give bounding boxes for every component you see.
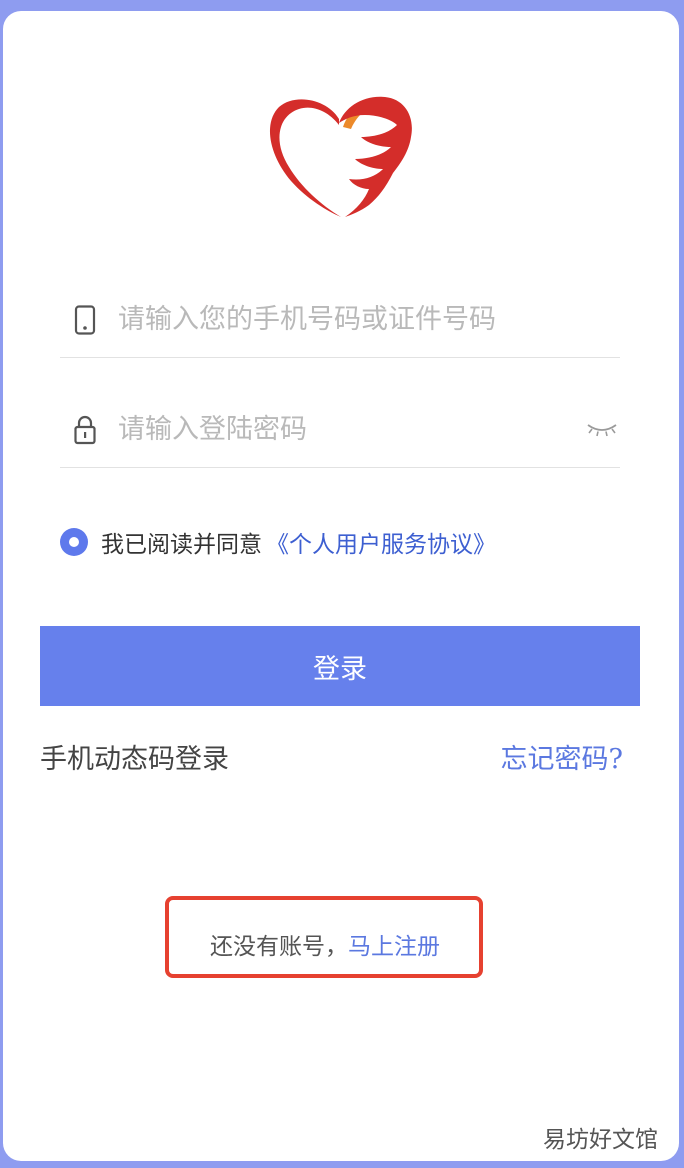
account-input[interactable] bbox=[118, 295, 558, 343]
register-row: 还没有账号，马上注册 bbox=[210, 927, 440, 961]
agreement-radio[interactable] bbox=[60, 528, 88, 556]
login-button[interactable]: 登录 bbox=[40, 626, 640, 706]
password-field bbox=[60, 387, 620, 468]
watermark: 易坊好文馆 bbox=[543, 1127, 658, 1153]
login-card: 我已阅读并同意 《个人用户服务协议》 登录 手机动态码登录 忘记密码? 还没有账… bbox=[3, 11, 679, 1161]
password-input[interactable] bbox=[118, 405, 558, 453]
heart-logo-icon bbox=[269, 96, 412, 217]
forgot-password-link[interactable]: 忘记密码? bbox=[501, 737, 623, 776]
register-prompt: 还没有账号， bbox=[210, 934, 348, 960]
agreement-link[interactable]: 《个人用户服务协议》 bbox=[266, 525, 496, 559]
register-link[interactable]: 马上注册 bbox=[348, 934, 440, 960]
agreement-text: 我已阅读并同意 bbox=[101, 532, 262, 558]
sms-login-link[interactable]: 手机动态码登录 bbox=[40, 737, 229, 776]
phone-icon bbox=[74, 305, 96, 335]
agreement-row: 我已阅读并同意 《个人用户服务协议》 bbox=[60, 524, 496, 560]
account-field bbox=[60, 277, 620, 358]
lock-icon bbox=[74, 415, 96, 445]
eye-closed-icon[interactable] bbox=[586, 421, 618, 439]
